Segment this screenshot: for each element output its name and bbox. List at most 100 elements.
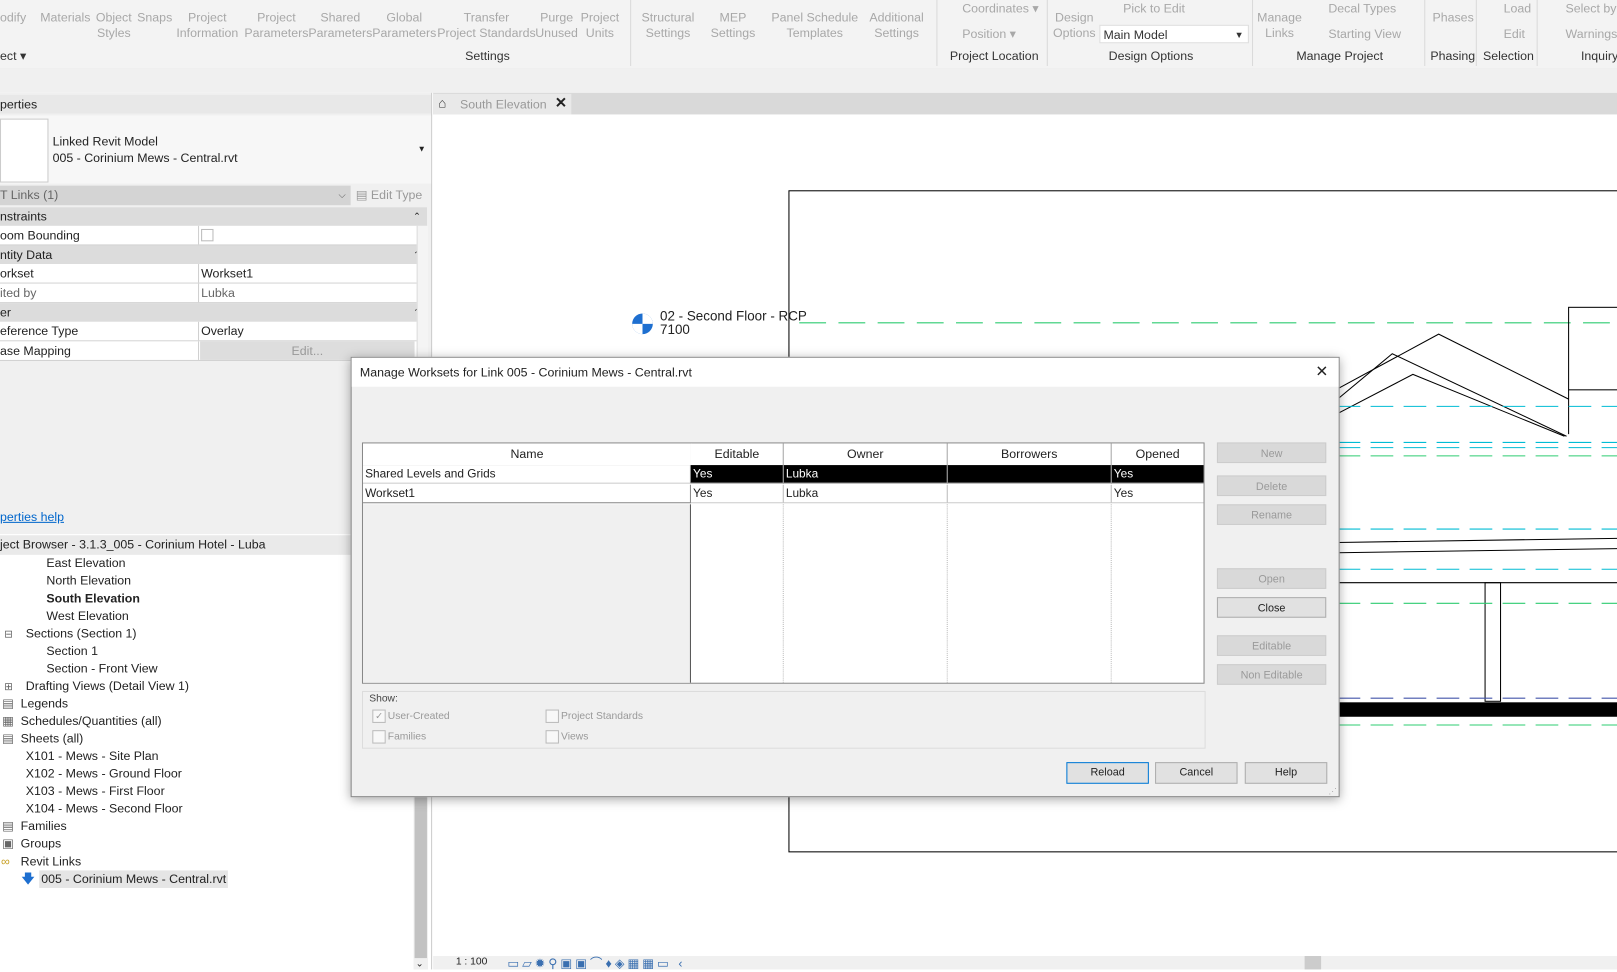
close-icon[interactable]: ✕: [1315, 358, 1328, 387]
ribbon-structural-settings[interactable]: Structural Settings: [641, 10, 694, 41]
reload-button[interactable]: Reload: [1066, 762, 1149, 784]
tree-item[interactable]: X102 - Mews - Ground Floor: [26, 765, 182, 783]
level-label[interactable]: 02 - Second Floor - RCP 7100: [660, 309, 807, 336]
panel-label-select[interactable]: ect ▾: [0, 48, 26, 62]
column-header-borrowers[interactable]: Borrowers: [947, 443, 1112, 467]
ribbon-manage-links[interactable]: Manage Links: [1257, 10, 1302, 41]
value[interactable]: Overlay: [201, 322, 244, 341]
design-option-select[interactable]: Main Model ▼: [1099, 24, 1249, 44]
cell-name[interactable]: Shared Levels and Grids: [363, 465, 691, 484]
tree-item[interactable]: Legends: [21, 695, 68, 713]
tree-item[interactable]: Section - Front View: [46, 660, 157, 678]
value[interactable]: Workset1: [201, 264, 253, 283]
ribbon-project-units[interactable]: Project Units: [581, 10, 620, 41]
ribbon-project-parameters[interactable]: Project Parameters: [244, 10, 308, 41]
cell-opened[interactable]: Yes: [1111, 485, 1204, 504]
user-created-checkbox[interactable]: ✓: [372, 709, 386, 723]
tree-item[interactable]: West Elevation: [46, 607, 128, 625]
ribbon-project-information[interactable]: Project Information: [176, 10, 238, 41]
ribbon-starting-view[interactable]: Starting View: [1328, 27, 1401, 42]
resize-grip-icon[interactable]: ⋰: [1328, 787, 1336, 796]
view-scale[interactable]: 1 : 100: [456, 956, 488, 967]
ribbon-coordinates[interactable]: Coordinates ▾: [962, 1, 1038, 16]
ribbon-modify[interactable]: odify: [0, 10, 26, 25]
ribbon-materials[interactable]: Materials: [40, 10, 90, 25]
tree-item[interactable]: X104 - Mews - Second Floor: [26, 800, 183, 818]
tree-item-selected[interactable]: 005 - Corinium Mews - Central.rvt: [39, 870, 229, 888]
cell-editable[interactable]: Yes: [690, 484, 784, 504]
ribbon-mep-settings[interactable]: MEP Settings: [711, 10, 756, 41]
cell-editable[interactable]: Yes: [690, 465, 784, 484]
cell-name[interactable]: Workset1: [363, 484, 691, 504]
tree-item[interactable]: Sheets (all): [21, 730, 84, 748]
tree-item[interactable]: Groups: [21, 835, 62, 853]
tab-south-elevation[interactable]: ⌂ South Elevation ✕: [433, 93, 572, 115]
label: Settings: [874, 25, 919, 41]
properties-help-link[interactable]: perties help: [0, 509, 64, 523]
tree-item[interactable]: X101 - Mews - Site Plan: [26, 748, 159, 766]
tree-item[interactable]: Sections (Section 1): [26, 625, 137, 643]
table-row-selected[interactable]: Shared Levels and Grids Yes Lubka Yes: [363, 465, 1204, 485]
table-row[interactable]: Workset1 Yes Lubka Yes: [363, 484, 1204, 505]
open-button[interactable]: Open: [1216, 568, 1327, 589]
ribbon-purge-unused[interactable]: Purge Unused: [535, 10, 578, 41]
properties-scrollbar[interactable]: [416, 225, 428, 361]
project-standards-checkbox[interactable]: [545, 709, 559, 723]
editable-button[interactable]: Editable: [1216, 635, 1327, 656]
ribbon-decal-types[interactable]: Decal Types: [1328, 1, 1396, 16]
ribbon-edit-selection[interactable]: Edit: [1504, 27, 1525, 42]
ribbon-shared-parameters[interactable]: Shared Parameters: [308, 10, 372, 41]
ribbon-transfer-standards[interactable]: Transfer Project Standards: [437, 10, 535, 41]
ribbon-global-parameters[interactable]: Global Parameters: [372, 10, 436, 41]
tree-item[interactable]: North Elevation: [46, 572, 131, 590]
collapse-icon[interactable]: ⊟: [4, 626, 13, 644]
new-button[interactable]: New: [1216, 442, 1327, 464]
close-button[interactable]: Close: [1216, 597, 1327, 618]
type-selector[interactable]: Linked Revit Model 005 - Corinium Mews -…: [0, 115, 432, 184]
category-constraints[interactable]: nstraints ⌃: [0, 207, 427, 226]
category-other[interactable]: er⌃: [0, 303, 427, 322]
rename-button[interactable]: Rename: [1216, 504, 1327, 525]
ribbon-design-options[interactable]: Design Options: [1053, 10, 1096, 41]
tree-item[interactable]: Section 1: [46, 642, 98, 660]
tree-item[interactable]: Families: [21, 818, 67, 836]
delete-button[interactable]: Delete: [1216, 475, 1327, 497]
worksets-table: Name Editable Owner Borrowers Opened Sha…: [361, 442, 1205, 684]
column-header-editable[interactable]: Editable: [690, 443, 784, 467]
ribbon-load-selection[interactable]: Load: [1504, 1, 1532, 16]
ribbon-phases[interactable]: Phases: [1432, 10, 1473, 25]
column-header-opened[interactable]: Opened: [1111, 443, 1204, 467]
horizontal-scrollbar-thumb[interactable]: [1304, 956, 1322, 970]
ribbon-additional-settings[interactable]: Additional Settings: [869, 10, 923, 41]
expand-icon[interactable]: ⊞: [4, 679, 13, 697]
tree-item[interactable]: East Elevation: [46, 555, 125, 573]
ribbon-position[interactable]: Position ▾: [962, 27, 1016, 42]
instance-filter[interactable]: T Links (1) ⌵: [0, 185, 351, 206]
column-header-owner[interactable]: Owner: [783, 443, 948, 467]
ribbon-warnings[interactable]: Warnings: [1566, 27, 1617, 42]
views-checkbox[interactable]: [545, 730, 559, 744]
tree-item-active[interactable]: South Elevation: [46, 590, 140, 608]
ribbon-pick-to-edit[interactable]: Pick to Edit: [1123, 1, 1185, 16]
column-header-name[interactable]: Name: [363, 443, 693, 467]
help-button[interactable]: Help: [1244, 762, 1328, 784]
edit-type-button[interactable]: ▤ Edit Type: [356, 186, 423, 206]
category-identity-data[interactable]: ntity Data⌃: [0, 245, 427, 265]
ribbon-object-styles[interactable]: Object Styles: [96, 10, 132, 41]
cancel-button[interactable]: Cancel: [1155, 762, 1238, 784]
chevron-down-icon: ▼: [417, 144, 426, 154]
cell-opened[interactable]: Yes: [1111, 465, 1204, 484]
ribbon-panel-schedule-templates[interactable]: Panel Schedule Templates: [771, 10, 858, 41]
tree-item[interactable]: Schedules/Quantities (all): [21, 713, 162, 731]
ribbon-select-by-id[interactable]: Select by: [1566, 1, 1617, 16]
tree-item[interactable]: Revit Links: [21, 853, 82, 871]
room-bounding-checkbox[interactable]: [201, 228, 214, 242]
project-standards-label: Project Standards: [561, 710, 644, 722]
ribbon-snaps[interactable]: Snaps: [137, 10, 172, 25]
scroll-down-icon[interactable]: ⌄: [416, 958, 424, 969]
tree-item[interactable]: X103 - Mews - First Floor: [26, 783, 165, 801]
tree-item[interactable]: Drafting Views (Detail View 1): [26, 678, 189, 696]
close-tab-icon[interactable]: ✕: [555, 94, 567, 112]
families-checkbox[interactable]: [372, 730, 386, 744]
non-editable-button[interactable]: Non Editable: [1216, 664, 1327, 685]
